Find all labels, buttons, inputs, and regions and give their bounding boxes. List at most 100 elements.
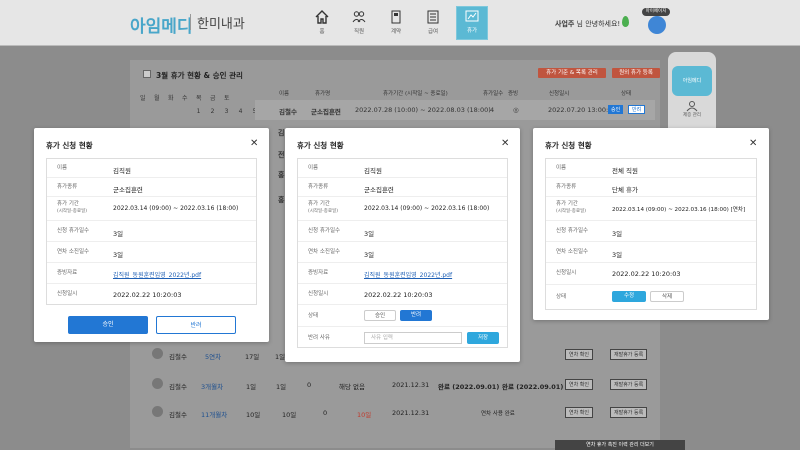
register-button[interactable]: 재발휴가 등록	[610, 407, 648, 418]
row-name: 김철수	[169, 411, 187, 419]
field-label: 연차 소진일수	[556, 249, 589, 255]
mini-calendar: 일 월 화 수 목 금 토 1 2 3 4 5	[140, 90, 257, 118]
field-label: 신청 휴가일수	[308, 228, 341, 234]
field-sublabel: (시작일-종료일)	[308, 209, 338, 214]
greeting: 사업주 님 안녕하세요!	[555, 19, 620, 29]
nav-home[interactable]: 홈	[308, 8, 336, 38]
modal-title: 휴가 신청 현황	[46, 141, 93, 150]
collapse-checkbox[interactable]	[143, 70, 151, 78]
field-value: 3일	[364, 230, 375, 238]
row-date: 2021.12.31	[392, 381, 430, 389]
sidebar-badge[interactable]: 아임메디	[672, 66, 712, 96]
greeting-text: 님 안녕하세요!	[574, 20, 621, 28]
field-label: 이름	[57, 165, 68, 171]
close-icon[interactable]: ✕	[250, 139, 258, 149]
annual-check-button[interactable]: 연차 확인	[565, 407, 593, 418]
logo-divider	[190, 14, 191, 30]
list-item[interactable]: 김철수 3개월차 1일 1일 0 해당 없음 2021.12.31 완료 (20…	[145, 375, 670, 397]
nav-staff[interactable]: 직원	[345, 8, 373, 38]
calendar-date[interactable]: 3	[224, 108, 229, 115]
field-label: 휴가종류	[556, 184, 577, 190]
vacation-settings-button[interactable]: 휴가 기준 & 목록 관리	[538, 68, 606, 78]
nav-vacation[interactable]: 휴가	[456, 6, 488, 40]
history-more-button[interactable]: 연차 휴가 촉진 이력 관리 더보기	[555, 440, 685, 450]
field-label: 신청 휴가일수	[556, 228, 589, 234]
row-tag: 3개월차	[201, 383, 224, 391]
field-value: 김직원	[364, 167, 382, 175]
field-value: 2022.02.22 10:20:03	[364, 291, 433, 299]
annual-check-button[interactable]: 연차 확인	[565, 349, 593, 360]
status-approve-toggle[interactable]: 승인	[364, 310, 396, 321]
row-tag: 5연차	[205, 353, 222, 361]
column-header: 상태	[621, 91, 632, 97]
field-sublabel: (시작일-종료일)	[57, 209, 87, 214]
table-row[interactable]: 김철수 군소집훈련 2022.07.28 (10:00) ~ 2022.08.0…	[255, 100, 655, 120]
field-value: 2022.02.22 10:20:03	[113, 291, 182, 299]
row-name: 김철수	[279, 108, 297, 116]
list-item[interactable]: 김철수 11개월차 10일 10일 0 10일 2021.12.31 연차 사용…	[145, 403, 670, 425]
avatar	[152, 378, 163, 389]
field-value: 2022.03.14 (09:00) ~ 2022.03.16 (18:00) …	[612, 207, 746, 213]
close-icon[interactable]: ✕	[501, 139, 509, 149]
annual-check-button[interactable]: 연차 확인	[565, 379, 593, 390]
close-icon[interactable]: ✕	[749, 139, 757, 149]
attachment-link[interactable]: 김직원_동원훈련입영_2022년.pdf	[113, 270, 201, 279]
row-value: 10일	[282, 411, 297, 419]
weekday: 금	[210, 94, 216, 102]
nav-vacation-label: 휴가	[466, 28, 478, 34]
calendar-date[interactable]: 2	[210, 108, 215, 115]
status-label: 상태	[556, 294, 567, 300]
row-type: 군소집훈련	[311, 108, 341, 116]
row-proof: ◎	[513, 106, 519, 114]
staff-icon	[352, 11, 366, 23]
row-period: 2022.07.28 (10:00) ~ 2022.08.03 (18:00)	[355, 106, 491, 114]
weekday: 월	[154, 94, 160, 102]
reject-button[interactable]: 반려	[628, 105, 646, 114]
field-label: 휴가종류	[308, 184, 329, 190]
status-label: 상태	[308, 313, 319, 319]
weekday: 일	[140, 94, 146, 102]
approve-button[interactable]: 승인	[608, 105, 624, 114]
reject-reason-input[interactable]: 사유 입력	[364, 332, 462, 344]
row-value: 해당 없음	[339, 383, 365, 391]
field-value: 김직원	[113, 167, 131, 175]
nav-salary[interactable]: 급여	[419, 8, 447, 38]
field-label: 연차 소진일수	[57, 249, 90, 255]
my-page-badge[interactable]: 마이페이지	[642, 8, 670, 16]
field-label: 휴가 기간	[308, 201, 330, 207]
external-vacation-register-button[interactable]: 원외 휴가 등록	[612, 68, 660, 78]
field-sublabel: (시작일-종료일)	[556, 209, 586, 214]
detail-table: 이름 전체 직원 휴가종류 단체 휴가 휴가 기간 (시작일-종료일) 2022.03.…	[545, 158, 757, 310]
status-reject-toggle[interactable]: 반려	[400, 310, 432, 321]
field-label: 휴가 기간	[556, 201, 578, 207]
save-button[interactable]: 저장	[467, 332, 499, 344]
row-value: 10일	[357, 411, 372, 419]
partial-name: 김	[278, 129, 285, 137]
delete-button[interactable]: 삭제	[650, 291, 684, 302]
nav-contract[interactable]: 계약	[382, 8, 410, 38]
calendar-date[interactable]: 4	[238, 108, 243, 115]
approve-button[interactable]: 승인	[68, 316, 148, 334]
row-days: 4	[490, 106, 495, 114]
field-label: 이름	[556, 165, 567, 171]
field-value: 3일	[612, 251, 623, 259]
leaf-icon	[622, 16, 629, 27]
register-button[interactable]: 재발휴가 등록	[610, 349, 648, 360]
calendar-date[interactable]: 1	[196, 108, 201, 115]
column-header: 증빙	[508, 91, 519, 97]
row-status: 연차 사용 완료	[481, 411, 515, 417]
attachment-link[interactable]: 김직원_동원훈련입영_2022년.pdf	[364, 270, 452, 279]
reject-button[interactable]: 반려	[156, 316, 236, 334]
app-logo[interactable]: 아임메디	[130, 12, 193, 37]
document-icon	[686, 101, 698, 112]
user-avatar[interactable]	[648, 16, 666, 34]
field-label: 증빙자료	[308, 270, 329, 276]
row-value: 17일	[245, 353, 260, 361]
column-header: 휴가일수	[483, 91, 504, 97]
edit-button[interactable]: 수정	[612, 291, 646, 302]
register-button[interactable]: 재발휴가 등록	[610, 379, 648, 390]
partial-name: 홍	[278, 171, 285, 179]
sidebar-item-certificate[interactable]: 제증 관리	[674, 112, 710, 118]
clinic-name: 한미내과	[197, 17, 245, 32]
field-label: 신청 휴가일수	[57, 228, 90, 234]
